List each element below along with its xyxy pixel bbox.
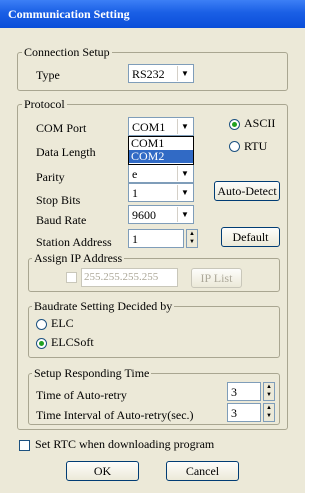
responding-time-legend: Setup Responding Time bbox=[32, 366, 152, 381]
com-port-label: COM Port bbox=[36, 121, 87, 135]
title-bar: Communication Setting bbox=[0, 0, 305, 28]
connection-setup-legend: Connection Setup bbox=[22, 45, 112, 60]
spin-up-icon[interactable]: ▲ bbox=[264, 383, 274, 391]
retry-interval-value: 3 bbox=[231, 406, 237, 420]
window-title: Communication Setting bbox=[8, 7, 130, 21]
chevron-down-icon[interactable]: ▼ bbox=[177, 185, 192, 200]
type-label: Type bbox=[36, 68, 60, 82]
assign-ip-legend: Assign IP Address bbox=[32, 251, 125, 266]
com-port-select-value: COM1 bbox=[132, 120, 166, 134]
elc-radio[interactable] bbox=[36, 319, 47, 330]
chevron-down-icon[interactable]: ▼ bbox=[177, 66, 192, 81]
station-address-value: 1 bbox=[132, 232, 138, 246]
elcsoft-label: ELCSoft bbox=[51, 335, 94, 349]
auto-detect-button[interactable]: Auto-Detect bbox=[214, 181, 280, 201]
station-address-input[interactable]: 1 bbox=[128, 229, 184, 248]
elc-label: ELC bbox=[51, 316, 74, 330]
ascii-label: ASCII bbox=[244, 116, 276, 130]
cancel-button[interactable]: Cancel bbox=[166, 461, 239, 481]
spin-down-icon[interactable]: ▼ bbox=[187, 238, 197, 246]
set-rtc-checkbox[interactable] bbox=[19, 440, 30, 451]
station-address-label: Station Address bbox=[36, 235, 112, 249]
parity-label: Parity bbox=[36, 170, 65, 184]
protocol-legend: Protocol bbox=[22, 97, 67, 112]
com-port-select[interactable]: COM1 ▼ bbox=[128, 117, 194, 136]
chevron-down-icon[interactable]: ▼ bbox=[177, 166, 192, 181]
data-length-label: Data Length bbox=[36, 145, 96, 159]
elcsoft-radio[interactable] bbox=[36, 338, 47, 349]
stop-bits-label: Stop Bits bbox=[36, 193, 81, 207]
ip-list-button[interactable]: IP List bbox=[191, 268, 242, 288]
set-rtc-label: Set RTC when downloading program bbox=[35, 437, 215, 451]
retry-interval-input[interactable]: 3 bbox=[227, 403, 261, 422]
spin-up-icon[interactable]: ▲ bbox=[264, 404, 274, 412]
type-select-value: RS232 bbox=[132, 67, 165, 81]
parity-select[interactable]: e ▼ bbox=[128, 164, 194, 183]
chevron-down-icon[interactable]: ▼ bbox=[177, 207, 192, 222]
default-button[interactable]: Default bbox=[221, 227, 280, 247]
baud-rate-select[interactable]: 9600 ▼ bbox=[128, 205, 194, 224]
station-address-spinner[interactable]: ▲ ▼ bbox=[186, 229, 198, 248]
spin-down-icon[interactable]: ▼ bbox=[264, 391, 274, 399]
rtu-label: RTU bbox=[244, 139, 268, 153]
stop-bits-select-value: 1 bbox=[132, 186, 138, 200]
baud-rate-select-value: 9600 bbox=[132, 208, 156, 222]
com-port-option[interactable]: COM2 bbox=[129, 150, 193, 163]
spin-up-icon[interactable]: ▲ bbox=[187, 230, 197, 238]
chevron-down-icon[interactable]: ▼ bbox=[177, 119, 192, 134]
ip-address-value: 255.255.255.255 bbox=[84, 271, 159, 283]
baud-rate-label: Baud Rate bbox=[36, 213, 87, 227]
communication-setting-window: Communication Setting Connection Setup T… bbox=[0, 0, 305, 493]
assign-ip-checkbox[interactable] bbox=[66, 272, 77, 283]
ok-button[interactable]: OK bbox=[66, 461, 139, 481]
spin-down-icon[interactable]: ▼ bbox=[264, 412, 274, 420]
baudrate-decided-legend: Baudrate Setting Decided by bbox=[32, 299, 175, 314]
auto-retry-spinner[interactable]: ▲ ▼ bbox=[263, 382, 275, 401]
parity-select-value: e bbox=[132, 167, 138, 181]
com-port-dropdown-list[interactable]: COM1 COM2 bbox=[128, 136, 194, 165]
retry-interval-spinner[interactable]: ▲ ▼ bbox=[263, 403, 275, 422]
auto-retry-label: Time of Auto-retry bbox=[36, 388, 127, 402]
ip-address-input[interactable]: 255.255.255.255 bbox=[81, 268, 178, 287]
stop-bits-select[interactable]: 1 ▼ bbox=[128, 183, 194, 202]
retry-interval-label: Time Interval of Auto-retry(sec.) bbox=[36, 408, 194, 422]
rtu-radio[interactable] bbox=[229, 141, 240, 152]
auto-retry-input[interactable]: 3 bbox=[227, 382, 261, 401]
ascii-radio[interactable] bbox=[229, 119, 240, 130]
auto-retry-value: 3 bbox=[231, 385, 237, 399]
type-select[interactable]: RS232 ▼ bbox=[128, 64, 194, 83]
